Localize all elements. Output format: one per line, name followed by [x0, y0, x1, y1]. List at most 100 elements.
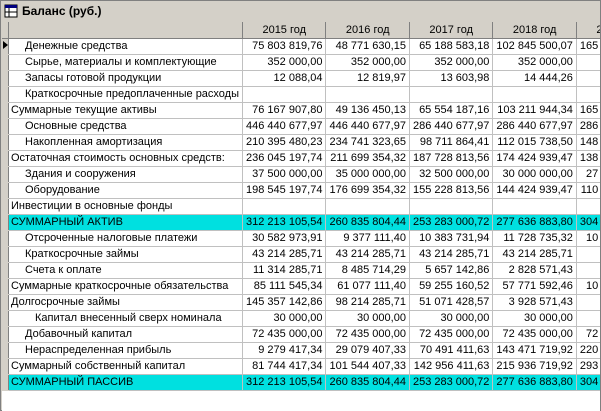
value-cell[interactable]: 352 000,00	[576, 54, 600, 71]
value-cell[interactable]: 43 214 285,71	[409, 246, 494, 263]
value-cell[interactable]: 43 214 285,71	[325, 246, 410, 263]
value-cell[interactable]	[325, 198, 410, 215]
table-row[interactable]: Сырье, материалы и комплектующие 352 000,…	[2, 54, 600, 71]
value-cell[interactable]: 98 711 864,41	[409, 134, 494, 151]
value-cell[interactable]: 112 015 738,50	[492, 134, 577, 151]
value-cell[interactable]: 165 408 513,15	[576, 38, 600, 55]
value-cell[interactable]: 98 214 285,71	[325, 294, 410, 311]
value-cell[interactable]: 138 239 709,44	[576, 150, 600, 167]
value-cell[interactable]: 32 500 000,00	[409, 166, 494, 183]
table-row[interactable]: Основные средства 446 440 677,97 446 440 6…	[2, 118, 600, 135]
value-cell[interactable]: 5 657 142,86	[409, 262, 494, 279]
value-cell[interactable]: 65 554 187,16	[409, 102, 494, 119]
value-cell[interactable]: 260 835 804,44	[325, 214, 410, 231]
value-cell[interactable]: 312 213 105,54	[242, 214, 327, 231]
value-cell[interactable]: 30 000,00	[242, 310, 327, 327]
value-cell[interactable]: 35 000 000,00	[325, 166, 410, 183]
value-cell[interactable]: 72 435 000,00	[576, 326, 600, 343]
value-cell[interactable]	[576, 198, 600, 215]
value-cell[interactable]: 352 000,00	[242, 54, 327, 71]
value-cell[interactable]: 14 444,26	[492, 70, 577, 87]
value-cell[interactable]: 37 500 000,00	[242, 166, 327, 183]
table-row[interactable]: Денежные средства 75 803 819,76 48 771 630…	[2, 38, 600, 55]
value-cell[interactable]: 198 545 197,74	[242, 182, 327, 199]
value-cell[interactable]: 143 471 719,92	[492, 342, 577, 359]
value-cell[interactable]: 72 435 000,00	[325, 326, 410, 343]
value-cell[interactable]: 277 636 883,80	[492, 374, 577, 391]
value-cell[interactable]	[242, 198, 327, 215]
value-cell[interactable]: 304 015 567,96	[576, 374, 600, 391]
column-header[interactable]: 2017 год	[409, 22, 494, 39]
value-cell[interactable]: 10 775 314,45	[576, 278, 600, 295]
column-header[interactable]: 2018 год	[492, 22, 577, 39]
table-row[interactable]: Оборудование 198 545 197,74 176 699 354,32…	[2, 182, 600, 199]
table-row[interactable]: Суммарный собственный капитал 81 744 417,…	[2, 358, 600, 375]
value-cell[interactable]: 72 435 000,00	[242, 326, 327, 343]
value-cell[interactable]: 76 167 907,80	[242, 102, 327, 119]
column-header[interactable]: 2016 год	[325, 22, 410, 39]
value-cell[interactable]: 144 424 939,47	[492, 182, 577, 199]
table-row[interactable]: Счета к оплате 11 314 285,71 8 485 714,29 5…	[2, 262, 600, 279]
table-row[interactable]: Суммарные текущие активы 76 167 907,80 49 …	[2, 102, 600, 119]
value-cell[interactable]: 51 071 428,57	[409, 294, 494, 311]
value-cell[interactable]: 352 000,00	[409, 54, 494, 71]
value-cell[interactable]	[409, 198, 494, 215]
value-cell[interactable]: 446 440 677,97	[242, 118, 327, 135]
value-cell[interactable]: 8 485 714,29	[325, 262, 410, 279]
value-cell[interactable]: 81 744 417,34	[242, 358, 327, 375]
value-cell[interactable]: 101 544 407,33	[325, 358, 410, 375]
value-cell[interactable]: 286 440 677,97	[409, 118, 494, 135]
value-cell[interactable]: 210 395 480,23	[242, 134, 327, 151]
value-cell[interactable]	[576, 246, 600, 263]
value-cell[interactable]: 11 314 285,71	[242, 262, 327, 279]
value-cell[interactable]: 10 383 731,94	[409, 230, 494, 247]
value-cell[interactable]: 102 845 500,07	[492, 38, 577, 55]
table-row[interactable]: Долгосрочные займы 145 357 142,86 98 214 2…	[2, 294, 600, 311]
value-cell[interactable]: 30 000 000,00	[492, 166, 577, 183]
value-cell[interactable]: 253 283 000,72	[409, 214, 494, 231]
value-cell[interactable]: 446 440 677,97	[325, 118, 410, 135]
value-cell[interactable]: 155 228 813,56	[409, 182, 494, 199]
value-cell[interactable]: 30 000,00	[409, 310, 494, 327]
value-cell[interactable]	[576, 262, 600, 279]
table-row[interactable]: Краткосрочные предоплаченные расходы	[2, 86, 600, 103]
value-cell[interactable]: 75 803 819,76	[242, 38, 327, 55]
value-cell[interactable]: 236 045 197,74	[242, 150, 327, 167]
value-cell[interactable]: 11 728 735,32	[492, 230, 577, 247]
table-row[interactable]: Краткосрочные займы 43 214 285,71 43 214 2…	[2, 246, 600, 263]
value-cell[interactable]: 72 435 000,00	[492, 326, 577, 343]
table-row[interactable]: Остаточная стоимость основных средств: 23…	[2, 150, 600, 167]
value-cell[interactable]: 70 491 411,63	[409, 342, 494, 359]
value-cell[interactable]: 29 079 407,33	[325, 342, 410, 359]
value-cell[interactable]: 30 000,00	[492, 310, 577, 327]
value-cell[interactable]: 9 377 111,40	[325, 230, 410, 247]
value-cell[interactable]	[492, 198, 577, 215]
value-cell[interactable]	[576, 294, 600, 311]
value-cell[interactable]: 103 211 944,34	[492, 102, 577, 119]
value-cell[interactable]: 352 000,00	[325, 54, 410, 71]
column-header[interactable]: 2019 год	[576, 22, 600, 39]
value-cell[interactable]: 142 956 411,63	[409, 358, 494, 375]
value-cell[interactable]: 57 771 592,46	[492, 278, 577, 295]
value-cell[interactable]: 234 741 323,65	[325, 134, 410, 151]
value-cell[interactable]: 59 255 160,52	[409, 278, 494, 295]
value-cell[interactable]: 12 819,97	[325, 70, 410, 87]
value-cell[interactable]: 49 136 450,13	[325, 102, 410, 119]
value-cell[interactable]: 9 279 417,34	[242, 342, 327, 359]
value-cell[interactable]: 30 000,00	[576, 310, 600, 327]
value-cell[interactable]: 3 928 571,43	[492, 294, 577, 311]
value-cell[interactable]: 187 728 813,56	[409, 150, 494, 167]
value-cell[interactable]	[409, 86, 494, 103]
value-cell[interactable]: 13 603,98	[409, 70, 494, 87]
value-cell[interactable]: 43 214 285,71	[242, 246, 327, 263]
table-row[interactable]: Нераспределенная прибыль 9 279 417,34 29 0…	[2, 342, 600, 359]
value-cell[interactable]: 211 699 354,32	[325, 150, 410, 167]
value-cell[interactable]: 30 000,00	[325, 310, 410, 327]
value-cell[interactable]: 220 775 253,51	[576, 342, 600, 359]
value-cell[interactable]: 27 500 000,00	[576, 166, 600, 183]
value-cell[interactable]: 15 345,36	[576, 70, 600, 87]
value-cell[interactable]: 2 828 571,43	[492, 262, 577, 279]
value-cell[interactable]: 43 214 285,71	[492, 246, 577, 263]
value-cell[interactable]: 286 440 677,97	[576, 118, 600, 135]
table-row[interactable]: Суммарные краткосрочные обязательства 85 …	[2, 278, 600, 295]
